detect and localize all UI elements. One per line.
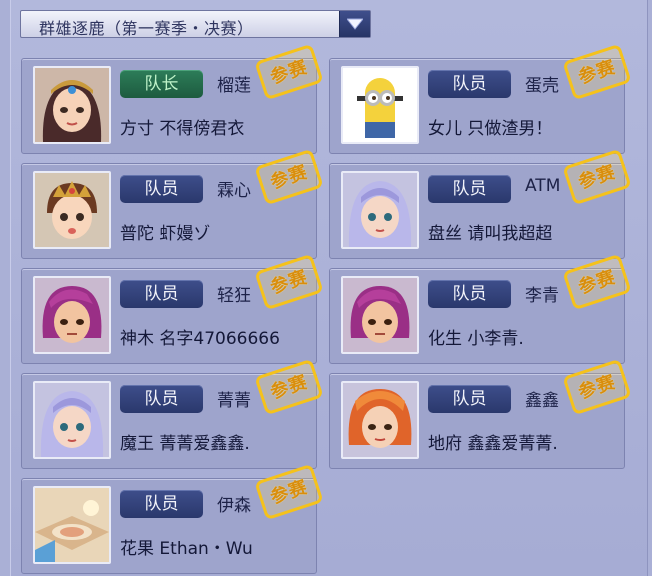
member-school-name: 地府 鑫鑫爱菁菁. [428,429,558,454]
member-card[interactable]: 队员 鑫鑫 地府 鑫鑫爱菁菁. 参赛 [329,358,632,469]
role-badge: 队员 [428,70,511,98]
member-school-name: 女儿 只做渣男！ [428,114,552,139]
member-school-name: 方寸 不得傍君衣 [120,114,244,139]
member-school-name: 化生 小李青. [428,324,524,349]
member-school: 魔王 [120,434,154,454]
member-card[interactable]: 队员 轻狂 神木 名字47066666 参赛 [21,253,324,364]
member-avatar[interactable] [33,276,111,354]
member-nickname: ATM [525,176,561,196]
role-badge: 队员 [120,280,203,308]
member-avatar[interactable] [33,486,111,564]
member-school: 地府 [428,434,462,454]
member-name: 鑫鑫爱菁菁. [467,434,558,454]
member-card[interactable]: 队员 ATM 盘丝 请叫我超超 参赛 [329,148,632,259]
member-school: 花果 [120,539,154,559]
member-name: 虾嫚ゾ [159,224,211,244]
member-avatar[interactable] [341,171,419,249]
member-avatar[interactable] [341,276,419,354]
member-school-name: 神木 名字47066666 [120,324,280,349]
member-school-name: 普陀 虾嫚ゾ [120,219,210,244]
member-nickname: 霖心 [217,181,251,201]
member-avatar[interactable] [33,66,111,144]
role-badge: 队员 [120,175,203,203]
match-selector[interactable]: 群雄逐鹿（第一赛季・决赛） [20,10,371,38]
member-school: 女儿 [428,119,462,139]
member-name: 只做渣男！ [467,119,553,139]
member-school: 盘丝 [428,224,462,244]
role-badge: 队员 [428,175,511,203]
role-badge: 队员 [120,385,203,413]
member-avatar[interactable] [341,381,419,459]
member-school: 神木 [120,329,154,349]
member-card[interactable]: 队员 菁菁 魔王 菁菁爱鑫鑫. 参赛 [21,358,324,469]
member-name: 小李青. [467,329,524,349]
member-avatar[interactable] [33,381,111,459]
member-school: 普陀 [120,224,154,244]
member-card[interactable]: 队员 李青 化生 小李青. 参赛 [329,253,632,364]
role-badge: 队员 [428,280,511,308]
member-card[interactable]: 队长 榴莲 方寸 不得傍君衣 参赛 [21,43,324,154]
member-school-name: 花果 Ethan・Wu [120,534,253,559]
match-selector-label: 群雄逐鹿（第一赛季・决赛） [39,19,254,38]
member-nickname: 鑫鑫 [525,391,559,411]
member-card[interactable]: 队员 伊森 花果 Ethan・Wu 参赛 [21,463,324,574]
member-name: 菁菁爱鑫鑫. [159,434,250,454]
member-name: Ethan・Wu [159,539,253,559]
member-nickname: 蛋壳 [525,76,559,96]
member-name: 名字47066666 [159,329,280,349]
member-name: 不得傍君衣 [159,119,245,139]
role-badge: 队员 [120,490,203,518]
member-card[interactable]: 队员 霖心 普陀 虾嫚ゾ 参赛 [21,148,324,259]
member-name: 请叫我超超 [467,224,553,244]
role-badge: 队员 [428,385,511,413]
chevron-down-icon [347,18,363,30]
member-card[interactable]: 队员 蛋壳 女儿 只做渣男！ 参赛 [329,43,632,154]
role-badge: 队长 [120,70,203,98]
dropdown-button[interactable] [339,11,370,37]
member-school: 方寸 [120,119,154,139]
member-nickname: 李青 [525,286,559,306]
member-school: 化生 [428,329,462,349]
member-nickname: 榴莲 [217,76,251,96]
member-school-name: 魔王 菁菁爱鑫鑫. [120,429,250,454]
member-nickname: 菁菁 [217,391,251,411]
member-avatar[interactable] [341,66,419,144]
member-avatar[interactable] [33,171,111,249]
member-nickname: 轻狂 [217,286,251,306]
member-school-name: 盘丝 请叫我超超 [428,219,552,244]
member-nickname: 伊森 [217,496,251,516]
